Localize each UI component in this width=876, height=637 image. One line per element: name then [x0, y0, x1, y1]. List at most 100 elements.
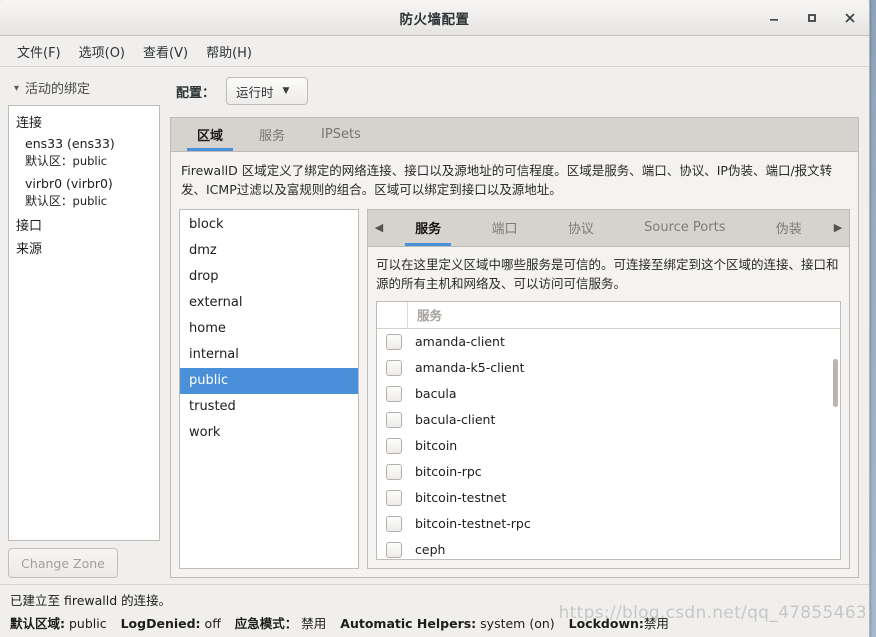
tab-services[interactable]: 服务: [241, 118, 303, 151]
tab-source-ports[interactable]: Source Ports: [638, 210, 731, 246]
service-name: bitcoin-rpc: [415, 464, 482, 479]
table-row[interactable]: bitcoin-rpc: [377, 459, 840, 485]
minimize-icon[interactable]: [765, 9, 783, 27]
active-bindings-expander[interactable]: ▾ 活动的绑定: [8, 75, 160, 105]
table-row[interactable]: amanda-client: [377, 329, 840, 355]
table-row[interactable]: ceph: [377, 537, 840, 560]
main-tabstrip: 区域 服务 IPSets: [171, 118, 858, 152]
service-name: bitcoin-testnet-rpc: [415, 516, 531, 531]
binding-item[interactable]: ens33 (ens33) 默认区：public: [9, 133, 159, 173]
checkbox-column-header: [377, 301, 408, 328]
status-lockdown-value: 禁用: [643, 616, 669, 631]
service-name: bitcoin: [415, 438, 458, 453]
services-scrollbar[interactable]: [833, 358, 838, 407]
chevron-down-icon: ▾: [14, 83, 20, 94]
status-panic-mode-label: 应急模式：: [234, 616, 298, 631]
services-table: 服务 amanda-client amanda-k5-client bacula…: [376, 300, 841, 560]
zone-item-drop[interactable]: drop: [180, 264, 358, 290]
connection-zone-value: public: [72, 194, 108, 208]
zone-detail-tabs: 服务 端口 协议 Source Ports 伪装: [390, 210, 827, 246]
zone-item-home[interactable]: home: [180, 316, 358, 342]
services-table-header: 服务: [377, 301, 840, 329]
zone-area: block dmz drop external home internal pu…: [171, 208, 858, 577]
zone-item-block[interactable]: block: [180, 212, 358, 238]
status-logdenied-label: LogDenied:: [120, 616, 201, 631]
zone-item-trusted[interactable]: trusted: [180, 394, 358, 420]
colon-separator: ：: [61, 194, 73, 208]
status-bar: 已建立至 firewalld 的连接。 默认区域: public LogDeni…: [0, 584, 869, 637]
service-checkbox[interactable]: [386, 515, 402, 532]
tab-services-inner[interactable]: 服务: [405, 210, 452, 246]
service-column-header: 服务: [417, 308, 443, 323]
service-checkbox[interactable]: [386, 463, 402, 480]
service-name: bitcoin-testnet: [415, 490, 507, 505]
window-controls: [765, 9, 859, 27]
configuration-dropdown[interactable]: 运行时 ▼: [226, 77, 309, 105]
chevron-down-icon: ▼: [282, 86, 290, 96]
menu-item-view[interactable]: 查看(V): [134, 38, 197, 65]
table-row[interactable]: amanda-k5-client: [377, 355, 840, 381]
table-row[interactable]: bacula: [377, 381, 840, 407]
window-title: 防火墙配置: [399, 11, 470, 28]
zone-item-public[interactable]: public: [180, 367, 358, 394]
tab-protocols[interactable]: 协议: [562, 210, 600, 246]
title-bar: 防火墙配置: [0, 0, 869, 36]
connection-zone: 默认区：public: [9, 192, 159, 213]
zone-item-internal[interactable]: internal: [180, 342, 358, 368]
service-checkbox[interactable]: [386, 333, 402, 350]
menu-item-options[interactable]: 选项(O): [70, 38, 134, 65]
main-pane: 配置： 运行时 ▼ 区域 服务 IPSets FirewallD 区域定义了绑定…: [166, 67, 869, 584]
table-row[interactable]: bacula-client: [377, 407, 840, 433]
configuration-value: 运行时: [236, 84, 274, 100]
maximize-icon[interactable]: [803, 9, 821, 27]
zone-item-external[interactable]: external: [180, 290, 358, 316]
service-checkbox[interactable]: [386, 411, 402, 428]
firewall-config-window: 防火墙配置 文件(F) 选项(O) 查看(V) 帮助(H) ▾ 活动的绑定 连接…: [0, 0, 870, 637]
status-helpers-value: system (on): [480, 616, 555, 631]
tab-scroll-left-icon[interactable]: ◀: [368, 210, 390, 246]
configuration-label: 配置：: [176, 85, 216, 101]
change-zone-button[interactable]: Change Zone: [8, 548, 118, 578]
status-helpers-label: Automatic Helpers:: [340, 616, 477, 631]
service-checkbox[interactable]: [386, 437, 402, 454]
table-row[interactable]: bitcoin: [377, 433, 840, 459]
zone-item-dmz[interactable]: dmz: [180, 238, 358, 264]
connection-zone: 默认区：public: [9, 152, 159, 173]
tab-ipsets[interactable]: IPSets: [303, 118, 379, 151]
active-bindings-pane: ▾ 活动的绑定 连接 ens33 (ens33) 默认区：public virb…: [0, 67, 166, 584]
colon-separator: ：: [61, 154, 73, 168]
binding-item[interactable]: virbr0 (virbr0) 默认区：public: [9, 173, 159, 213]
bindings-group-connections: 连接: [16, 116, 43, 131]
service-checkbox[interactable]: [386, 541, 402, 558]
bindings-list[interactable]: 连接 ens33 (ens33) 默认区：public virbr0 (virb…: [8, 105, 160, 541]
status-default-zone-value: public: [68, 616, 107, 631]
tab-scroll-right-icon[interactable]: ▶: [827, 210, 849, 246]
zone-list[interactable]: block dmz drop external home internal pu…: [179, 208, 359, 569]
bindings-group-interfaces: 接口: [16, 219, 43, 234]
menu-bar: 文件(F) 选项(O) 查看(V) 帮助(H): [0, 36, 869, 67]
status-default-zone-label: 默认区域:: [10, 616, 65, 631]
service-checkbox[interactable]: [386, 359, 402, 376]
table-row[interactable]: bitcoin-testnet-rpc: [377, 511, 840, 537]
tab-masquerade[interactable]: 伪装: [770, 210, 808, 246]
menu-item-help[interactable]: 帮助(H): [197, 38, 261, 65]
service-name: bacula-client: [415, 412, 496, 427]
close-icon[interactable]: [841, 9, 859, 27]
zones-description: FirewallD 区域定义了绑定的网络连接、接口以及源地址的可信程度。区域是服…: [181, 163, 833, 198]
status-fields: 默认区域: public LogDenied: off 应急模式： 禁用 Aut…: [8, 612, 861, 632]
service-checkbox[interactable]: [386, 489, 402, 506]
zone-item-work[interactable]: work: [180, 420, 358, 446]
status-lockdown-label: Lockdown:: [568, 616, 644, 631]
menu-item-file[interactable]: 文件(F): [8, 38, 70, 65]
services-table-body: amanda-client amanda-k5-client bacula ba…: [377, 329, 840, 560]
tab-zones[interactable]: 区域: [179, 118, 241, 151]
connection-zone-value: public: [72, 154, 108, 168]
services-description: 可以在这里定义区域中哪些服务是可信的。可连接至绑定到这个区域的连接、接口和源的所…: [376, 256, 839, 292]
configuration-row: 配置： 运行时 ▼: [170, 77, 859, 117]
zone-detail-notebook: ◀ 服务 端口 协议 Source Ports 伪装 ▶ 可以在这里定义区域中哪…: [367, 208, 850, 569]
table-row[interactable]: bitcoin-testnet: [377, 485, 840, 511]
tab-ports[interactable]: 端口: [485, 210, 523, 246]
status-panic-mode-value: 禁用: [301, 616, 327, 631]
status-logdenied-value: off: [204, 616, 221, 631]
service-checkbox[interactable]: [386, 385, 402, 402]
